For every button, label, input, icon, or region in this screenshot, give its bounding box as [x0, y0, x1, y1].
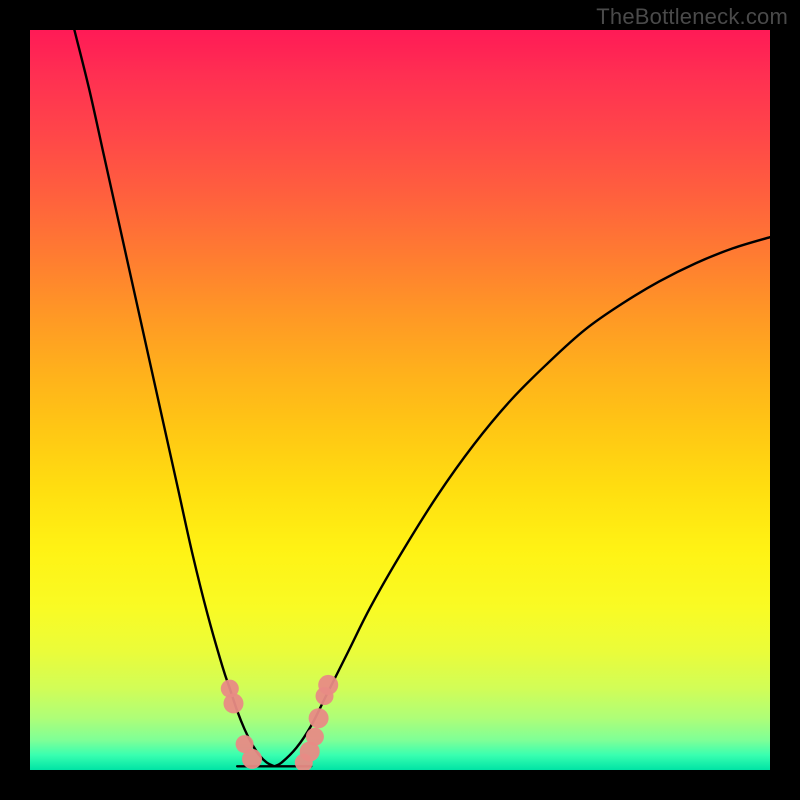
- watermark-text: TheBottleneck.com: [596, 4, 788, 30]
- data-marker: [242, 749, 262, 769]
- plot-area: [30, 30, 770, 770]
- curve-right-branch: [274, 237, 770, 766]
- data-marker: [309, 708, 329, 728]
- data-markers: [221, 675, 338, 770]
- data-marker: [224, 693, 244, 713]
- data-marker: [306, 728, 324, 746]
- data-marker: [318, 675, 338, 695]
- chart-frame: TheBottleneck.com: [0, 0, 800, 800]
- curve-left-branch: [74, 30, 274, 766]
- curve-layer: [30, 30, 770, 770]
